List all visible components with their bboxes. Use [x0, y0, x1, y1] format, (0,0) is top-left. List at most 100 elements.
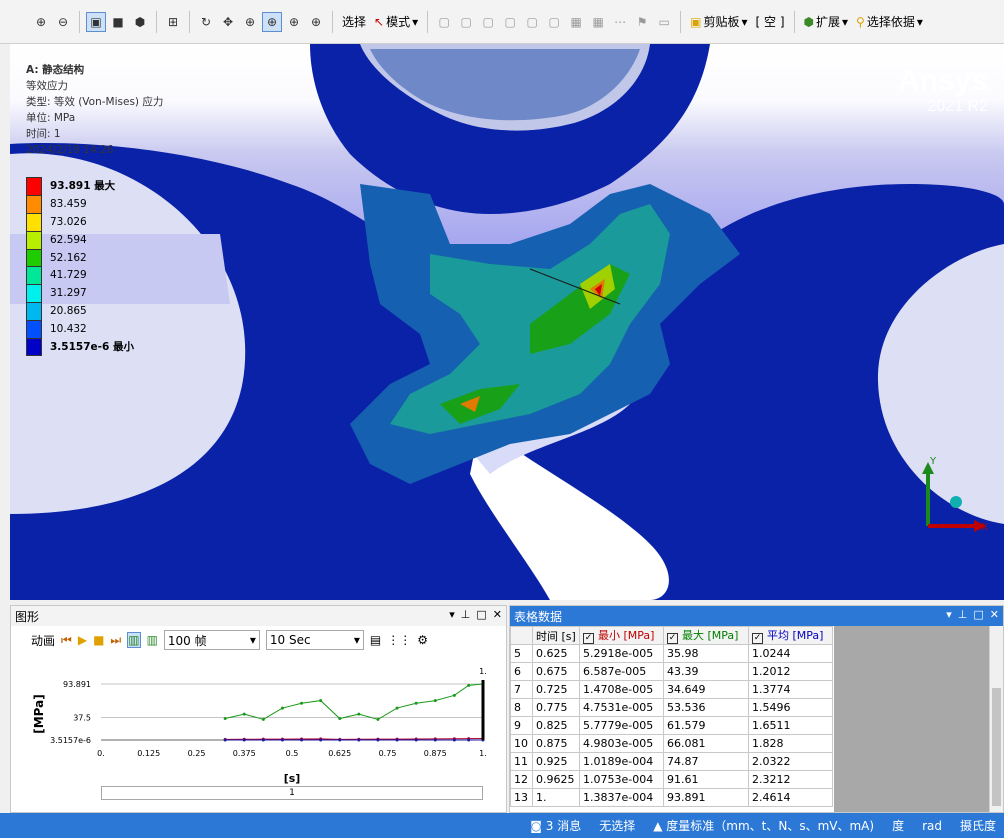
- table-row[interactable]: 8 0.775 4.7531e-005 53.536 1.5496: [510, 698, 833, 717]
- column-header[interactable]: ✓ 最小 [MPa]: [579, 626, 664, 645]
- coordinate-triad[interactable]: Y X: [910, 454, 990, 544]
- legend-entry: 31.297: [26, 284, 134, 303]
- legend-value: 73.026: [50, 215, 87, 228]
- chevron-down-icon[interactable]: ▾: [946, 608, 952, 621]
- frames-dropdown[interactable]: 100 帧 ▾: [163, 630, 260, 650]
- column-header[interactable]: 时间 [s]: [532, 626, 580, 645]
- settings-icon[interactable]: ⋮⋮: [387, 633, 411, 647]
- column-header[interactable]: ✓ 平均 [MPa]: [748, 626, 833, 645]
- box-zoom-icon[interactable]: ⊕: [262, 11, 282, 32]
- zoom-to-fit-icon[interactable]: ⊕: [284, 12, 304, 32]
- series-point: [433, 738, 437, 742]
- previous-frame-icon[interactable]: ⏮: [61, 633, 72, 648]
- zoom-icon[interactable]: ⊕: [240, 12, 260, 32]
- select-label-icon[interactable]: ▭: [654, 12, 674, 32]
- table-row[interactable]: 11 0.925 1.0189e-004 74.87 2.0322: [510, 752, 833, 771]
- magnifier-icon[interactable]: ⊕: [306, 12, 326, 32]
- export-video-icon[interactable]: ▤: [370, 633, 381, 647]
- table-row[interactable]: 10 0.875 4.9803e-005 66.081 1.828: [510, 734, 833, 753]
- select-menu[interactable]: 选择: [338, 13, 370, 30]
- table-row[interactable]: 13 1. 1.3837e-004 93.891 2.4614: [510, 788, 833, 807]
- series-point: [433, 699, 437, 703]
- x-tick-label: 0.625: [328, 749, 351, 758]
- duration-dropdown[interactable]: 10 Sec ▾: [265, 630, 364, 650]
- next-frame-icon[interactable]: ⏭: [110, 633, 121, 648]
- select-pin-icon[interactable]: ⚑: [632, 12, 652, 32]
- table-cell: 13: [510, 788, 533, 807]
- table-cell: 0.625: [532, 644, 580, 663]
- table-scrollbar[interactable]: [989, 626, 1003, 812]
- clipboard-menu[interactable]: ▣ 剪贴板 ▾: [686, 13, 751, 30]
- table-cell: 0.675: [532, 662, 580, 681]
- pan-icon[interactable]: ✥: [218, 12, 238, 32]
- select-edge-icon[interactable]: ▢: [456, 12, 476, 32]
- close-icon[interactable]: ✕: [493, 608, 502, 621]
- select-element-icon[interactable]: ▦: [566, 12, 586, 32]
- table-row[interactable]: 12 0.9625 1.0753e-004 91.61 2.3212: [510, 770, 833, 789]
- rotate-icon[interactable]: ↻: [196, 12, 216, 32]
- contour-legend[interactable]: 93.891 最大 83.459 73.026 62.594 52.162 41.729 3…: [26, 177, 134, 356]
- select-element-face-icon[interactable]: ▢: [544, 12, 564, 32]
- maximize-icon[interactable]: □: [476, 608, 486, 621]
- series-point: [280, 706, 284, 710]
- display-style-icon[interactable]: ⬢: [130, 12, 150, 32]
- series-point: [452, 693, 456, 697]
- solid-view-icon[interactable]: ▣: [86, 11, 106, 32]
- graphics-viewport[interactable]: A: 静态结构 等效应力 类型: 等效 (Von-Mises) 应力 单位: M…: [10, 44, 1004, 600]
- table-row[interactable]: 9 0.825 5.7779e-005 61.579 1.6511: [510, 716, 833, 735]
- table-cell: 1.3774: [748, 680, 833, 699]
- scrollbar-thumb[interactable]: [992, 688, 1001, 806]
- table-row[interactable]: 7 0.725 1.4708e-005 34.649 1.3774: [510, 680, 833, 699]
- camera-icon[interactable]: ⚙: [417, 633, 428, 647]
- maximize-icon[interactable]: □: [973, 608, 983, 621]
- mode-menu[interactable]: ↖ 模式 ▾: [370, 13, 422, 30]
- select-face-icon[interactable]: ▢: [478, 12, 498, 32]
- table-row[interactable]: 6 0.675 6.587e-005 43.39 1.2012: [510, 662, 833, 681]
- table-cell: 4.9803e-005: [579, 734, 664, 753]
- column-checkbox[interactable]: ✓: [752, 633, 763, 644]
- time-scrollbar[interactable]: 1: [101, 786, 483, 800]
- select-vertex-icon[interactable]: ▢: [434, 12, 454, 32]
- cursor-icon: ↖: [374, 14, 385, 29]
- table-cell: 91.61: [663, 770, 749, 789]
- unit-system-status[interactable]: ▲ 度量标准（mm、t、N、s、mV、mA): [653, 817, 874, 834]
- distributed-frames-icon[interactable]: ▥: [127, 632, 141, 648]
- table-row[interactable]: 5 0.625 5.2918e-005 35.98 1.0244: [510, 644, 833, 663]
- x-tick-label: 0.: [97, 749, 105, 758]
- table-cell: 1.0244: [748, 644, 833, 663]
- messages-status[interactable]: ◙ 3 消息: [530, 817, 581, 834]
- select-node-icon[interactable]: ▢: [522, 12, 542, 32]
- table-cell: 11: [510, 752, 533, 771]
- table-empty-area: [834, 626, 989, 812]
- pin-icon[interactable]: ⊥: [461, 608, 471, 621]
- divider: [79, 10, 80, 33]
- result-sets-icon[interactable]: ▥: [147, 633, 158, 647]
- column-header[interactable]: ✓ 最大 [MPa]: [663, 626, 749, 645]
- close-icon[interactable]: ✕: [990, 608, 999, 621]
- pin-icon[interactable]: ⊥: [958, 608, 968, 621]
- column-checkbox[interactable]: ✓: [667, 633, 678, 644]
- table-cell: 0.775: [532, 698, 580, 717]
- table-cell: 0.875: [532, 734, 580, 753]
- select-mesh-icon[interactable]: ▦: [588, 12, 608, 32]
- zoom-out-icon[interactable]: ⊖: [53, 12, 73, 32]
- stop-icon[interactable]: ■: [93, 633, 104, 647]
- series-point: [300, 701, 304, 705]
- grid-icon[interactable]: ⊞: [163, 12, 183, 32]
- column-checkbox[interactable]: ✓: [583, 633, 594, 644]
- chevron-down-icon[interactable]: ▾: [449, 608, 455, 621]
- select-by-menu[interactable]: ⚲ 选择依据 ▾: [852, 13, 927, 30]
- legend-entry: 3.5157e-6 最小: [26, 338, 134, 356]
- select-hidden-icon[interactable]: ⋯: [610, 12, 630, 32]
- zoom-in-icon[interactable]: ⊕: [31, 12, 51, 32]
- extend-menu[interactable]: ⬢ 扩展 ▾: [800, 13, 853, 30]
- column-header[interactable]: [510, 626, 533, 645]
- mode-label: 模式: [386, 15, 411, 29]
- scrollbar-value: 1: [289, 788, 295, 798]
- play-icon[interactable]: ▶: [78, 633, 87, 647]
- select-by-label: 选择依据: [866, 15, 915, 29]
- shaded-view-icon[interactable]: ■: [108, 12, 128, 32]
- select-body-icon[interactable]: ▢: [500, 12, 520, 32]
- table-cell: 0.925: [532, 752, 580, 771]
- time-history-chart[interactable]: 93.891 37.5 3.5157e-6 0. 0.125 0.25 0.375 0.5 0.…: [11, 654, 506, 804]
